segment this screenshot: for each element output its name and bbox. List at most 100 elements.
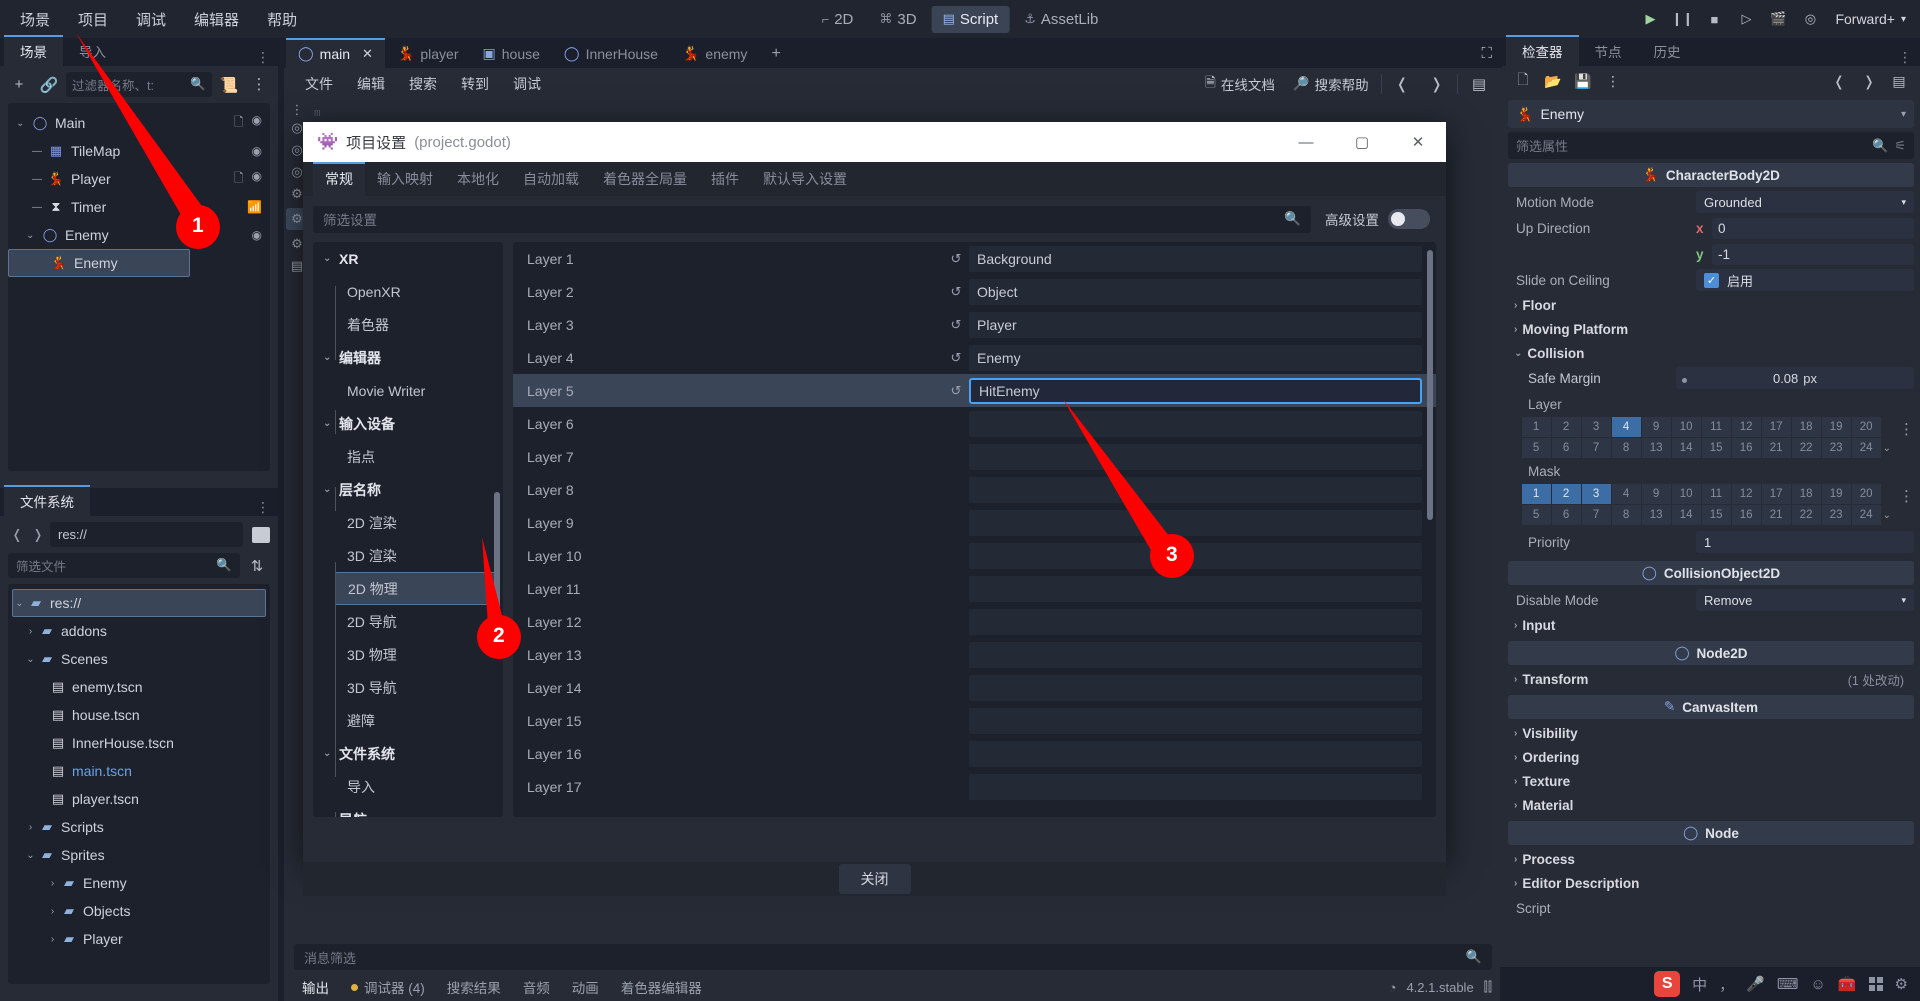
gear-icon[interactable]: ⚙ (291, 236, 303, 252)
renderer-selector[interactable]: Forward+ ▾ (1827, 7, 1914, 31)
layer-row-15[interactable]: Layer 15 (513, 704, 1436, 737)
bottom-tab-search-results[interactable]: 搜索结果 (437, 974, 511, 1000)
safe-margin-slider[interactable]: 0.08 px (1676, 367, 1914, 389)
mask-bit-9[interactable]: 9 (1641, 484, 1671, 504)
layer-bit-20[interactable]: 20 (1851, 417, 1881, 437)
layer-bit-6[interactable]: 6 (1551, 438, 1581, 458)
collision-mask-grid[interactable]: 1 2 3 4 9 10 11 12 17 18 19 20 5 6 7 8 1… (1521, 484, 1881, 525)
mask-bit-23[interactable]: 23 (1821, 505, 1851, 525)
settings-cat-input-devices[interactable]: ⌄ 输入设备 (313, 407, 503, 440)
layer-row-13[interactable]: Layer 13 (513, 638, 1436, 671)
scene-tree-menu-icon[interactable]: ⋮ (246, 73, 272, 97)
property-disable-mode[interactable]: Disable Mode Remove ▾ (1508, 587, 1914, 613)
layer-row-2[interactable]: Layer 2 ↺ Object (513, 275, 1436, 308)
dialog-tab-default-import[interactable]: 默认导入设置 (751, 164, 859, 196)
mask-bit-4[interactable]: 4 (1611, 484, 1641, 504)
layer-value-input[interactable] (969, 740, 1422, 767)
chevron-right-icon[interactable]: › (24, 822, 37, 833)
layer-row-3[interactable]: Layer 3 ↺ Player (513, 308, 1436, 341)
play-scene-icon[interactable]: ▷ (1731, 6, 1761, 32)
filesystem-tree[interactable]: ⌄ ▰ res:// › ▰ addons ⌄ ▰ Scenes ▤ enemy… (8, 584, 270, 984)
settings-cat-openxr[interactable]: OpenXR (313, 275, 503, 308)
layer-bit-4[interactable]: 4 (1611, 417, 1641, 437)
punctuation-icon[interactable]: ， (1719, 974, 1734, 995)
mask-bit-16[interactable]: 16 (1731, 505, 1761, 525)
layer-value-input[interactable]: Background (969, 245, 1422, 272)
dock-menu-icon[interactable]: ⋮ (256, 49, 270, 64)
fs-item-sprites-objects[interactable]: › ▰ Objects (8, 897, 270, 925)
layer-value-input[interactable] (969, 509, 1422, 536)
maximize-icon[interactable]: ▢ (1334, 122, 1390, 162)
add-node-icon[interactable]: + (6, 73, 32, 97)
bottom-tab-audio[interactable]: 音频 (513, 974, 560, 1000)
layer-bit-2[interactable]: 2 (1551, 417, 1581, 437)
microphone-icon[interactable]: 🎤 (1746, 975, 1765, 993)
save-resource-icon[interactable]: 💾 (1570, 69, 1596, 93)
layer-row-5[interactable]: Layer 5 ↺ HitEnemy (513, 374, 1436, 407)
script-item-icon[interactable]: ◎ (291, 142, 302, 158)
layer-bit-19[interactable]: 19 (1821, 417, 1851, 437)
mask-bit-19[interactable]: 19 (1821, 484, 1851, 504)
scene-filter-input[interactable]: 过滤器名称、t: 🔍 (66, 72, 212, 97)
layer-bit-3[interactable]: 3 (1581, 417, 1611, 437)
open-resource-icon[interactable]: 📂 (1540, 69, 1566, 93)
layer-bit-13[interactable]: 13 (1641, 438, 1671, 458)
dialog-tab-input-map[interactable]: 输入映射 (365, 164, 445, 196)
property-group-input[interactable]: › Input (1508, 613, 1914, 637)
script-list-menu-icon[interactable]: ⋮ (291, 103, 304, 116)
mask-bit-20[interactable]: 20 (1851, 484, 1881, 504)
close-icon[interactable]: ✕ (1390, 122, 1446, 162)
settings-cat-filesystem[interactable]: ⌄ 文件系统 (313, 737, 503, 770)
mask-bit-2[interactable]: 2 (1551, 484, 1581, 504)
chevron-right-icon[interactable]: › (46, 906, 59, 917)
revert-icon[interactable]: ↺ (943, 251, 969, 267)
node-visibility-controls[interactable]: ◉ (252, 144, 262, 158)
layer-row-12[interactable]: Layer 12 (513, 605, 1436, 638)
tab-scene[interactable]: 场景 (4, 35, 63, 66)
collision-layer-grid[interactable]: 1 2 3 4 9 10 11 12 17 18 19 20 5 6 7 8 1… (1521, 417, 1881, 458)
property-group-collision[interactable]: ⌄ Collision (1508, 341, 1914, 365)
scene-tree[interactable]: ⌄ ◯ Main 🗋 ◉ — ▦ TileMap ◉ — 💃 Player 🗋 ◉ (8, 103, 270, 471)
message-filter-input[interactable]: 消息筛选 🔍 (294, 944, 1492, 970)
mask-bit-13[interactable]: 13 (1641, 505, 1671, 525)
gear-icon[interactable]: ⚙ (291, 186, 303, 202)
current-path[interactable]: res:// (50, 522, 243, 547)
chevron-right-icon[interactable]: › (46, 878, 59, 889)
node-visibility-controls[interactable]: 🗋 ◉ (234, 169, 262, 190)
property-motion-mode[interactable]: Motion Mode Grounded ▾ (1508, 189, 1914, 215)
settings-icon[interactable]: ⚙ (1895, 975, 1908, 993)
layer-bit-21[interactable]: 21 (1761, 438, 1791, 458)
layer-row-1[interactable]: Layer 1 ↺ Background (513, 242, 1436, 275)
layer-row-7[interactable]: Layer 7 (513, 440, 1436, 473)
layer-bit-16[interactable]: 16 (1731, 438, 1761, 458)
layer-row-14[interactable]: Layer 14 (513, 671, 1436, 704)
layer-value-input[interactable] (969, 773, 1422, 800)
settings-cat-3d-navigation[interactable]: 3D 导航 (313, 671, 503, 704)
fs-item-house-tscn[interactable]: ▤ house.tscn (8, 701, 270, 729)
layer-row-16[interactable]: Layer 16 (513, 737, 1436, 770)
script-menu-edit[interactable]: 编辑 (346, 70, 396, 98)
layer-list-scrollbar[interactable] (1427, 250, 1433, 520)
script-create-icon[interactable]: 📜 (216, 73, 242, 97)
disable-mode-select[interactable]: Remove ▾ (1696, 589, 1914, 611)
layer-value-input[interactable] (969, 476, 1422, 503)
layer-bit-1[interactable]: 1 (1521, 417, 1551, 437)
mask-bit-21[interactable]: 21 (1761, 505, 1791, 525)
fs-item-sprites-enemy[interactable]: › ▰ Enemy (8, 869, 270, 897)
chevron-down-icon[interactable]: ▾ (1901, 109, 1906, 120)
layer-row-6[interactable]: Layer 6 (513, 407, 1436, 440)
settings-cat-xr[interactable]: ⌄ XR (313, 242, 503, 275)
property-group-texture[interactable]: › Texture (1508, 769, 1914, 793)
script-tab-house[interactable]: ▣ house (471, 40, 552, 68)
layout-icon[interactable]: ⫿⫿ (1484, 979, 1492, 995)
history-forward-icon[interactable]: ❭ (1422, 73, 1451, 95)
menu-project[interactable]: 项目 (66, 4, 120, 35)
dialog-tab-general[interactable]: 常规 (313, 162, 365, 196)
layer-options-icon[interactable]: ⋮ (1899, 417, 1914, 437)
layer-value-input[interactable] (969, 641, 1422, 668)
apps-grid-icon[interactable] (1868, 977, 1883, 991)
script-item-icon[interactable]: ◎ (291, 120, 302, 136)
close-button[interactable]: 关闭 (838, 864, 911, 894)
up-direction-x-field[interactable]: 0 (1712, 217, 1914, 239)
property-group-editor-description[interactable]: › Editor Description (1508, 871, 1914, 895)
